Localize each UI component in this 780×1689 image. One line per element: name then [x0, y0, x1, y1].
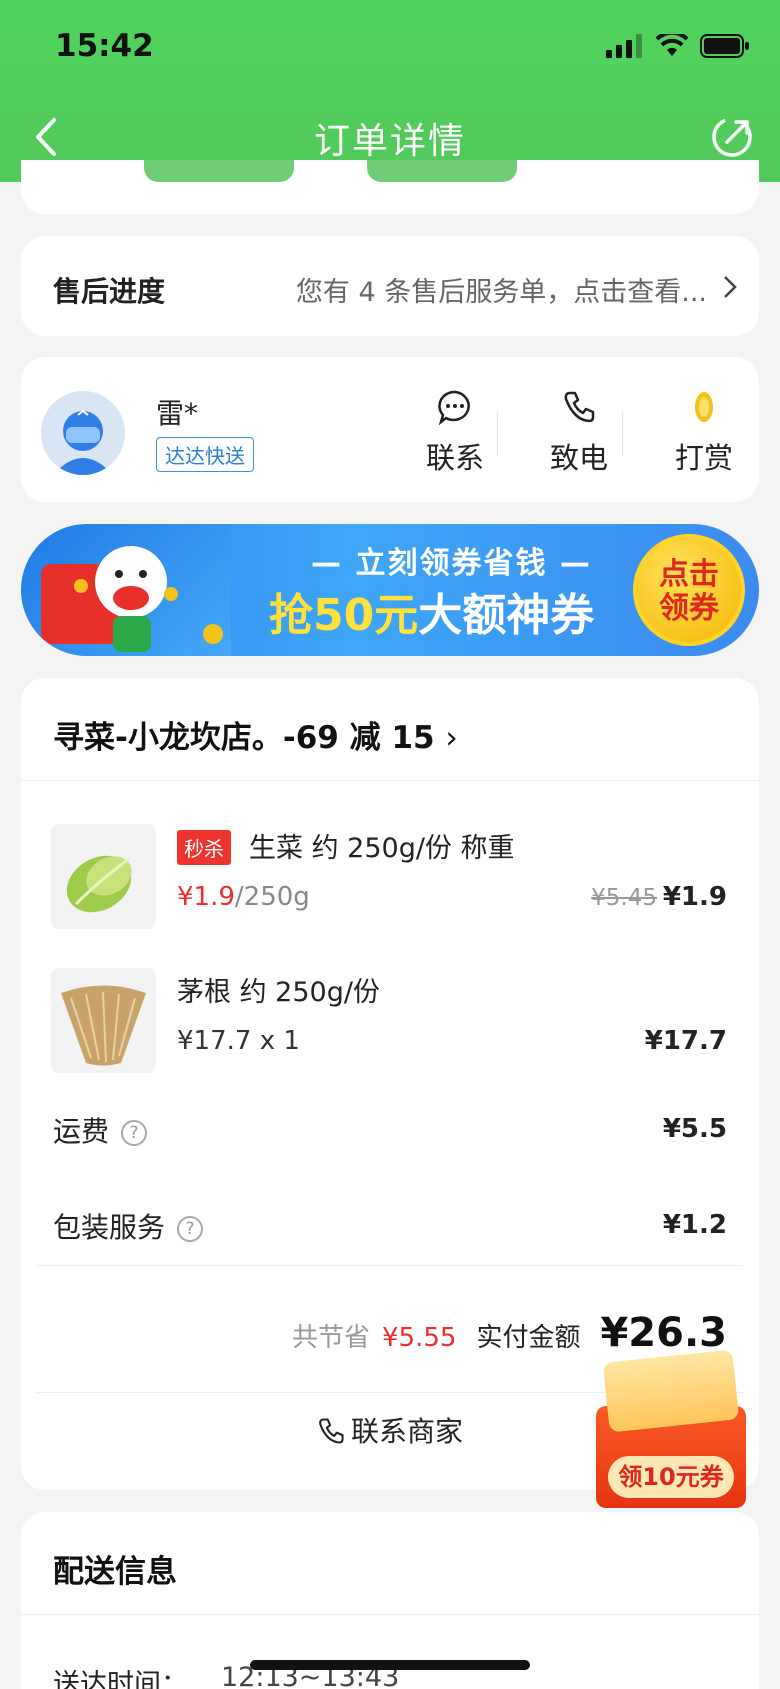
rider-card: 雷* 达达快送 联系 致电 打赏: [21, 357, 759, 502]
claim-line1: 点击: [659, 557, 719, 592]
claim-line2: 领券: [659, 591, 719, 626]
coupon-banner[interactable]: — 立刻领券省钱 — 抢50元大额神券 点击 领券: [21, 524, 759, 656]
item-price: ¥17.7 x 1: [177, 1026, 300, 1056]
shipping-fee-value: ¥5.5: [662, 1114, 727, 1144]
divider: [21, 780, 759, 781]
divider: [21, 1614, 759, 1615]
phone-icon: [564, 391, 595, 423]
after-sales-text: 您有 4 条售后服务单，点击查看...: [295, 277, 707, 308]
paid-value: ¥26.3: [600, 1310, 727, 1356]
signal-icon: [606, 34, 642, 58]
app-header: 15:42 订单详情: [0, 0, 780, 182]
banner-headline: 抢50元大额神券: [269, 579, 594, 643]
item-total: ¥17.7: [644, 1026, 727, 1056]
home-indicator[interactable]: [250, 1660, 530, 1670]
banner-subtitle: — 立刻领券省钱 —: [311, 546, 592, 581]
courier-badge: 达达快送: [156, 437, 254, 472]
delivery-time-label: 送达时间：: [53, 1669, 188, 1689]
chevron-right-icon: [724, 276, 737, 298]
divider: [37, 1265, 743, 1266]
status-time: 15:42: [55, 28, 154, 64]
packaging-fee-label: 包装服务?: [53, 1206, 204, 1246]
lettuce-image[interactable]: [51, 824, 156, 929]
battery-icon: [700, 34, 749, 58]
contact-rider-button[interactable]: 联系: [405, 387, 505, 477]
after-sales-row[interactable]: 售后进度 您有 4 条售后服务单，点击查看...: [21, 236, 759, 336]
help-icon[interactable]: ?: [177, 1216, 204, 1242]
share-icon[interactable]: [710, 115, 754, 159]
saved-value: ¥5.55: [382, 1323, 457, 1353]
after-sales-label: 售后进度: [53, 275, 166, 308]
call-rider-button[interactable]: 致电: [529, 387, 629, 477]
delivery-title: 配送信息: [53, 1554, 177, 1590]
claim-coupon-button[interactable]: 点击 领券: [633, 534, 745, 646]
item-name: 生菜 约 250g/份 称重: [249, 833, 515, 864]
mascot-image: [21, 524, 231, 656]
paid-label: 实付金额: [476, 1323, 581, 1353]
wifi-icon: [656, 34, 688, 56]
status-action-button[interactable]: [144, 160, 294, 182]
call-label: 致电: [549, 441, 608, 475]
floating-coupon-label: 领10元券: [608, 1456, 734, 1498]
divider: [497, 412, 498, 456]
rider-avatar: [41, 391, 125, 475]
contact-merchant-label: 联系商家: [350, 1415, 463, 1448]
help-icon[interactable]: ?: [121, 1120, 148, 1146]
status-action-button[interactable]: [367, 160, 517, 182]
coin-icon: [695, 392, 713, 422]
status-icons: [606, 34, 750, 58]
shop-name[interactable]: 寻菜-小龙坎店。-69 减 15 ›: [53, 712, 458, 757]
floating-coupon[interactable]: 领10元券: [596, 1349, 746, 1508]
item-total: ¥1.9: [662, 882, 727, 912]
chat-icon: [438, 390, 470, 425]
flash-sale-tag: 秒杀: [177, 830, 231, 865]
tip-label: 打赏: [674, 441, 733, 475]
item-price: ¥1.9/250g: [177, 882, 310, 912]
banner-headline-rest: 大额神券: [418, 590, 595, 641]
divider: [622, 412, 623, 456]
banner-highlight: 抢50元: [269, 590, 419, 641]
phone-icon: [319, 1418, 344, 1444]
tip-rider-button[interactable]: 打赏: [654, 387, 754, 477]
cogongrass-root-image[interactable]: [51, 968, 156, 1073]
order-summary: 共节省 ¥5.55 实付金额 ¥26.3: [292, 1310, 727, 1356]
page-title: 订单详情: [313, 121, 466, 162]
coupon-ticket: [602, 1349, 740, 1433]
rider-name: 雷*: [156, 397, 199, 430]
item-name: 茅根 约 250g/份: [177, 977, 380, 1008]
chevron-right-icon: ›: [445, 720, 458, 756]
order-status-card-bottom: [21, 160, 759, 214]
saved-label: 共节省: [292, 1323, 371, 1353]
shipping-fee-label: 运费?: [53, 1110, 148, 1150]
status-bar: 15:42: [0, 0, 780, 96]
original-price: ¥5.45: [591, 885, 657, 911]
contact-label: 联系: [425, 441, 484, 475]
packaging-fee-value: ¥1.2: [662, 1210, 727, 1240]
